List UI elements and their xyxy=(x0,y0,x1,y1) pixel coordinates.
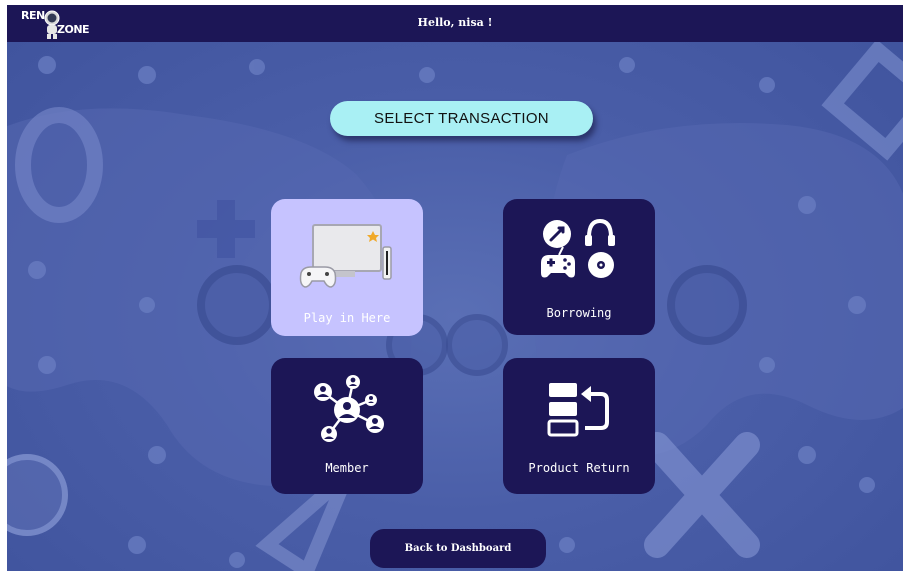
card-play-in-here[interactable]: Play in Here xyxy=(271,199,423,336)
card-product-return[interactable]: Product Return xyxy=(503,358,655,494)
tv-console-icon xyxy=(299,224,392,288)
card-label: Member xyxy=(325,461,369,475)
select-transaction-title: SELECT TRANSACTION xyxy=(330,101,593,136)
greeting-text: Hello, nisa ! xyxy=(417,16,493,29)
card-label: Play in Here xyxy=(303,311,391,325)
top-bar: REN ZONE Hello, nisa ! xyxy=(7,5,903,42)
member-network-icon xyxy=(314,375,384,442)
card-label: Borrowing xyxy=(546,306,612,320)
card-label: Product Return xyxy=(528,461,630,475)
app-window: REN ZONE Hello, nisa ! SELECT TRANSACTIO… xyxy=(7,5,903,571)
gamepad-background-art xyxy=(7,39,903,571)
card-member[interactable]: Member xyxy=(271,358,423,494)
product-return-icon xyxy=(547,383,609,437)
card-borrowing[interactable]: Borrowing xyxy=(503,199,655,335)
borrow-items-icon xyxy=(541,218,615,278)
back-to-dashboard-button[interactable]: Back to Dashboard xyxy=(370,529,546,568)
